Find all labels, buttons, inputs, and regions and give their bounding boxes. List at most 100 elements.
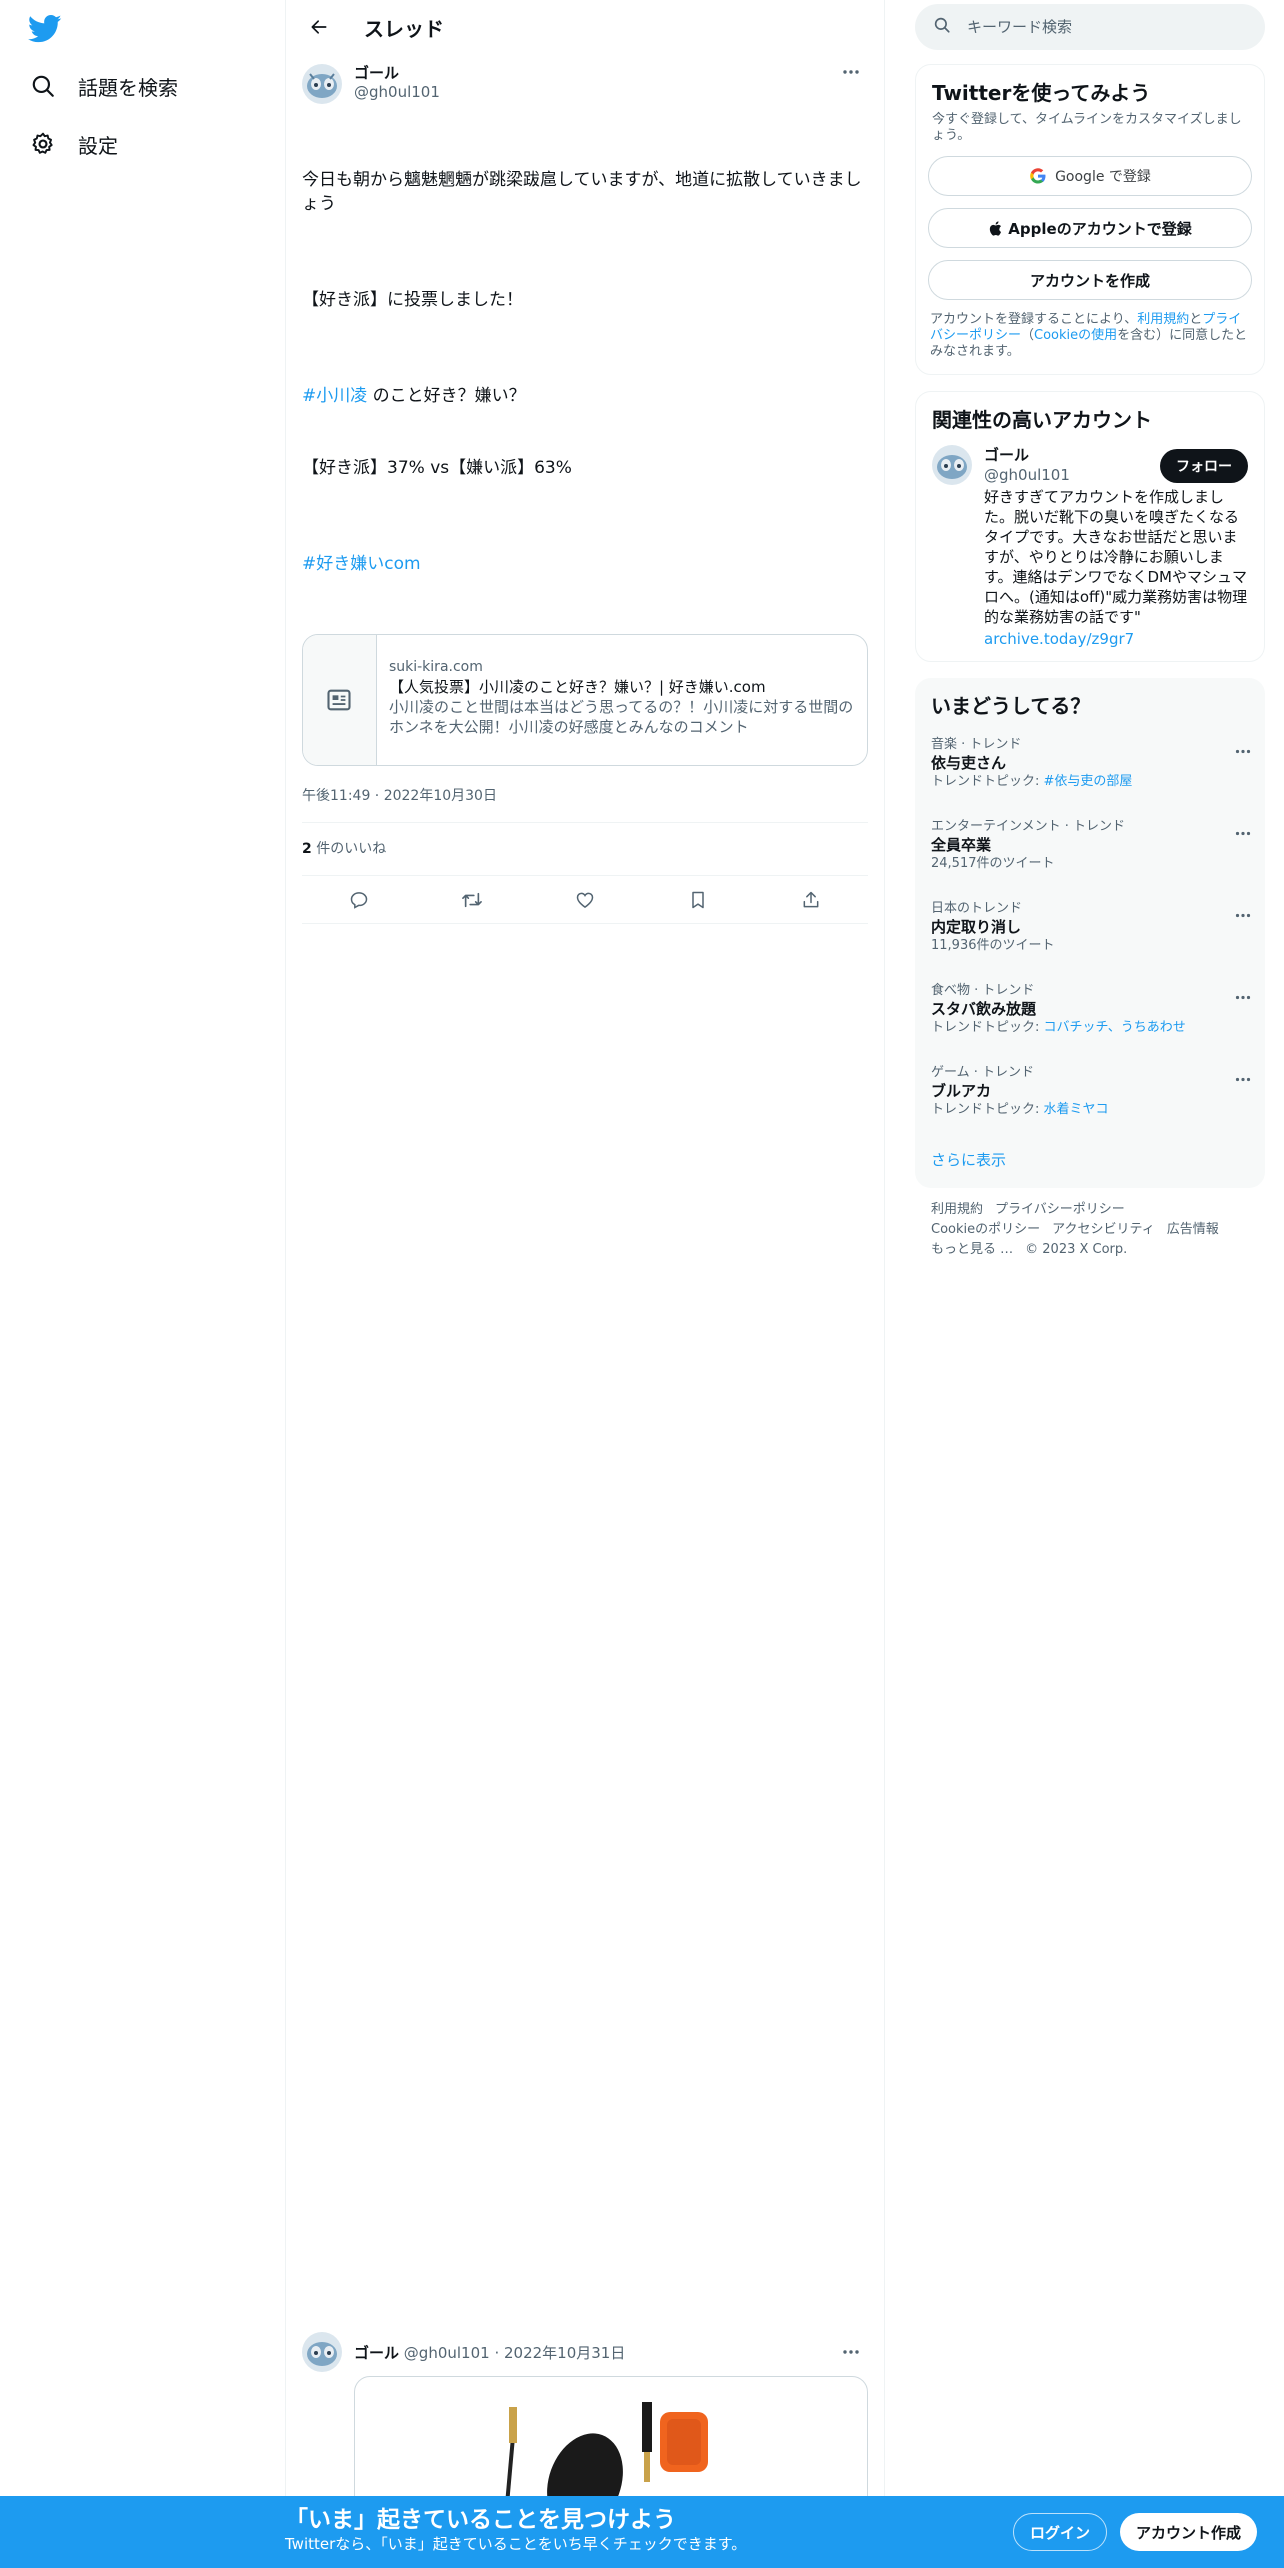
retweet-icon[interactable]: [455, 883, 489, 917]
tweet-text-fragment: のこと好き？嫌い？: [367, 386, 526, 406]
tweet-paragraph: 【好き派】に投票しました！: [302, 290, 523, 310]
legal-text-fragment: と: [1189, 312, 1203, 327]
tweet-timestamp[interactable]: 午後11:49 · 2022年10月30日: [302, 770, 868, 823]
trend-item[interactable]: 音楽 · トレンド 依与吏さん トレンドトピック: #依与吏の部屋: [915, 725, 1265, 807]
trend-title: 依与吏さん: [931, 754, 1007, 772]
signup-legal-text: アカウントを登録することにより、利用規約とプライバシーポリシー（Cookieの使…: [916, 300, 1264, 374]
likes-count[interactable]: 2 件のいいね: [302, 823, 868, 876]
more-dots-icon[interactable]: [834, 62, 868, 82]
bookmark-icon[interactable]: [681, 883, 715, 917]
trend-sub-text: トレンドトピック:: [931, 1102, 1044, 1117]
signup-title: Twitterを使ってみよう: [932, 81, 1151, 105]
trend-category: 日本のトレンド: [931, 901, 1023, 916]
nav-explore[interactable]: 話題を検索: [26, 62, 178, 110]
thread-header: スレッド: [286, 0, 884, 54]
related-bio-link[interactable]: archive.today/z9gr7: [984, 629, 1248, 649]
nav-settings[interactable]: 設定: [26, 120, 118, 168]
twitter-logo-icon[interactable]: [27, 14, 62, 44]
likes-number: 2: [302, 841, 312, 857]
footer-cookie-link[interactable]: Cookieのポリシー: [931, 1222, 1040, 1237]
trend-item[interactable]: 日本のトレンド 内定取り消し 11,936件のツイート: [915, 889, 1265, 971]
signup-subtitle: 今すぐ登録して、タイムラインをカスタマイズしましょう。: [932, 112, 1242, 143]
signup-box: Twitterを使ってみよう 今すぐ登録して、タイムラインをカスタマイズしましょ…: [915, 64, 1265, 375]
trend-sub-text: トレンドトピック:: [931, 1020, 1044, 1035]
card-domain: suki-kira.com: [388, 659, 483, 675]
more-dots-icon[interactable]: [1235, 739, 1251, 758]
follow-button[interactable]: フォロー: [1160, 449, 1248, 483]
avatar[interactable]: [302, 64, 342, 104]
tweet-header: ゴール @gh0ul101: [302, 54, 868, 108]
trend-item[interactable]: 食べ物 · トレンド スタバ飲み放題 トレンドトピック: コバチッチ、うちあわせ: [915, 971, 1265, 1053]
trend-subtitle: トレンドトピック: #依与吏の部屋: [931, 773, 1249, 791]
signup-button[interactable]: アカウント作成: [1120, 2513, 1258, 2551]
trend-title: スタバ飲み放題: [931, 1000, 1037, 1018]
trend-category: 音楽 · トレンド: [931, 737, 1022, 752]
avatar[interactable]: [932, 445, 972, 485]
author-handle[interactable]: @gh0ul101: [354, 82, 440, 102]
trend-topic-link[interactable]: #依与吏の部屋: [1044, 774, 1133, 789]
hashtag-link[interactable]: #小川凌: [302, 386, 367, 406]
reply-author-handle[interactable]: @gh0ul101: [404, 2344, 490, 2362]
reply-date[interactable]: · 2022年10月31日: [494, 2344, 625, 2362]
trend-title: 全員卒業: [931, 836, 992, 854]
trend-topic-link[interactable]: 水着ミヤコ: [1044, 1102, 1109, 1117]
terms-link[interactable]: 利用規約: [1137, 312, 1189, 327]
trend-topic-link[interactable]: コバチッチ、うちあわせ: [1044, 1020, 1186, 1035]
apple-signup-label: Appleのアカウントで登録: [1008, 219, 1192, 238]
trend-category: ゲーム · トレンド: [931, 1065, 1035, 1080]
nav-explore-label: 話題を検索: [78, 75, 178, 100]
trend-item[interactable]: ゲーム · トレンド ブルアカ トレンドトピック: 水着ミヤコ: [915, 1053, 1265, 1135]
link-card[interactable]: suki-kira.com 【人気投票】小川凌のこと好き？嫌い？| 好き嫌い.c…: [302, 634, 868, 766]
tweet-text: 今日も朝から魑魅魍魎が跳梁跋扈していますが、地道に拡散していきましょう 【好き派…: [302, 120, 868, 624]
search-bar[interactable]: [915, 4, 1265, 50]
related-accounts-box: 関連性の高いアカウント ゴール @gh0ul101 好きすぎてアカウントを作成し…: [915, 391, 1265, 662]
reply-icon[interactable]: [342, 883, 376, 917]
share-icon[interactable]: [794, 883, 828, 917]
footer-accessibility-link[interactable]: アクセシビリティ: [1052, 1222, 1155, 1237]
copyright: © 2023 X Corp.: [1025, 1242, 1128, 1257]
create-account-button[interactable]: アカウントを作成: [928, 260, 1252, 300]
footer-privacy-link[interactable]: プライバシーポリシー: [995, 1202, 1125, 1217]
cookie-link[interactable]: Cookieの使用: [1034, 328, 1117, 343]
back-arrow-icon[interactable]: [302, 10, 336, 44]
article-icon: [303, 635, 377, 765]
more-dots-icon[interactable]: [1235, 985, 1251, 1004]
search-icon: [933, 16, 951, 38]
prompt-title: 「いま」起きていることを見つけよう: [285, 2507, 676, 2533]
legal-text-fragment: （: [1021, 328, 1035, 343]
likes-label: 件のいいね: [311, 841, 387, 857]
author-name[interactable]: ゴール: [354, 64, 440, 82]
more-dots-icon[interactable]: [1235, 903, 1251, 922]
footer-more-link[interactable]: もっと見る …: [931, 1242, 1013, 1257]
reply-author-name[interactable]: ゴール: [354, 2344, 399, 2362]
login-button[interactable]: ログイン: [1013, 2513, 1108, 2551]
related-account[interactable]: ゴール @gh0ul101 好きすぎてアカウントを作成しました。脱いだ靴下の臭い…: [916, 433, 1264, 661]
like-icon[interactable]: [568, 883, 602, 917]
legal-text-fragment: アカウントを登録することにより、: [930, 312, 1138, 327]
google-signup-label: Google で登録: [1055, 169, 1151, 185]
trend-subtitle: トレンドトピック: コバチッチ、うちあわせ: [931, 1019, 1249, 1037]
trend-list: 音楽 · トレンド 依与吏さん トレンドトピック: #依与吏の部屋 エンターテイ…: [915, 725, 1265, 1135]
more-dots-icon[interactable]: [834, 2342, 868, 2362]
google-icon: [1029, 167, 1047, 185]
tweet-paragraph: #小川凌 のこと好き？嫌い？: [302, 384, 868, 408]
right-sidebar: Twitterを使ってみよう 今すぐ登録して、タイムラインをカスタマイズしましょ…: [915, 0, 1265, 1272]
footer-terms-link[interactable]: 利用規約: [931, 1202, 983, 1217]
avatar[interactable]: [302, 2332, 342, 2372]
prompt-subtitle: Twitterなら、「いま」起きていることをいち早くチェックできます。: [285, 2535, 747, 2553]
hashtag-link[interactable]: #好き嫌いcom: [302, 554, 421, 574]
trend-title: 内定取り消し: [931, 918, 1022, 936]
trend-title: ブルアカ: [931, 1082, 992, 1100]
more-dots-icon[interactable]: [1235, 821, 1251, 840]
search-icon: [26, 69, 60, 103]
google-signup-button[interactable]: Google で登録: [928, 156, 1252, 196]
footer-ads-link[interactable]: 広告情報: [1167, 1222, 1219, 1237]
apple-icon: [988, 220, 1002, 237]
related-title: 関連性の高いアカウント: [932, 408, 1152, 432]
trend-item[interactable]: エンターテインメント · トレンド 全員卒業 24,517件のツイート: [915, 807, 1265, 889]
search-input[interactable]: [967, 18, 1227, 36]
show-more-link[interactable]: さらに表示: [915, 1135, 1265, 1188]
left-nav: 話題を検索 設定: [0, 0, 285, 2568]
apple-signup-button[interactable]: Appleのアカウントで登録: [928, 208, 1252, 248]
more-dots-icon[interactable]: [1235, 1067, 1251, 1086]
